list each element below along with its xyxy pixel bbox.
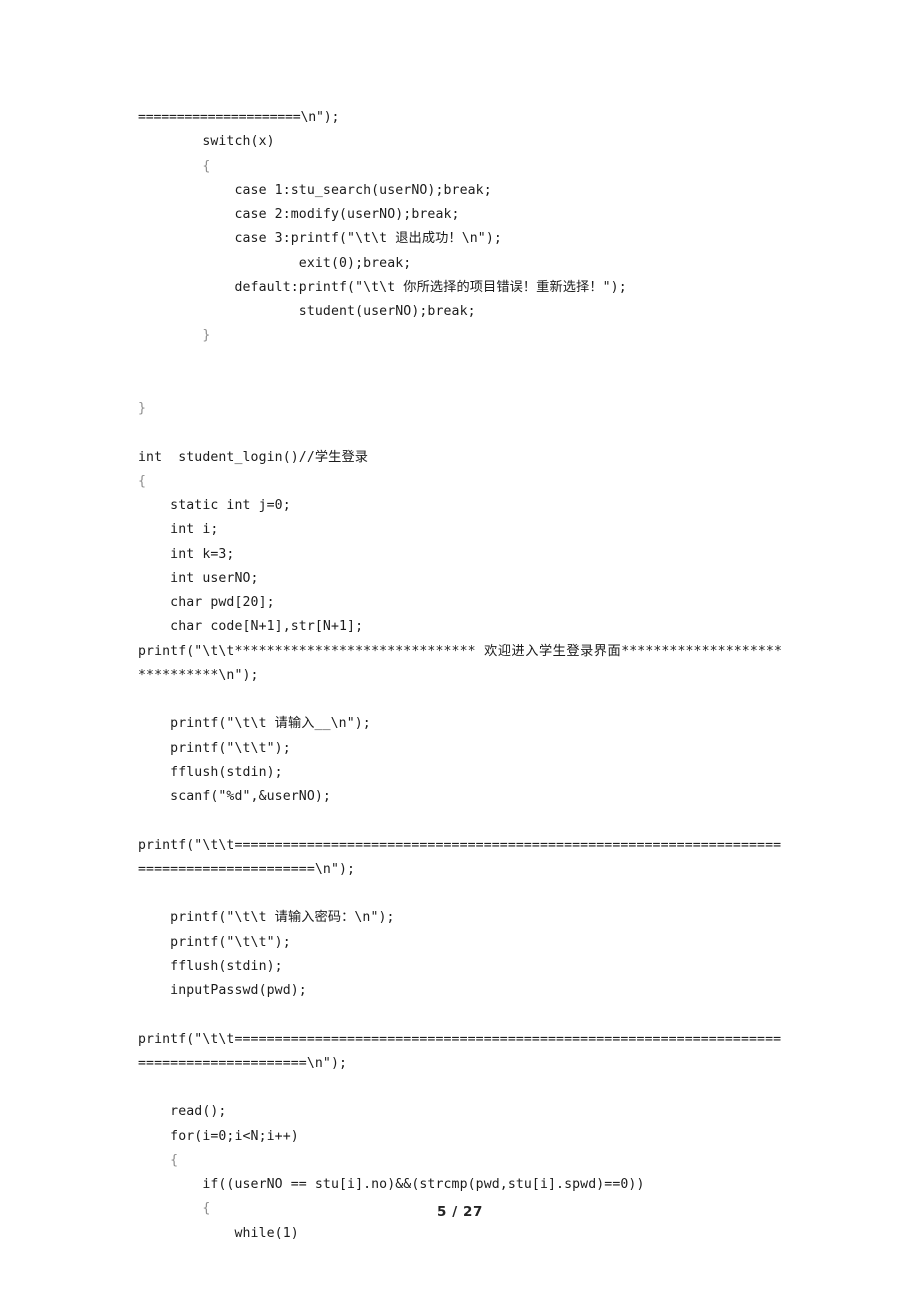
code-line: } bbox=[138, 401, 147, 416]
code-line: case 1:stu_search(userNO);break; bbox=[138, 182, 492, 198]
code-line: case 3:printf("\t\t 退出成功！\n"); bbox=[138, 231, 502, 247]
code-line: fflush(stdin); bbox=[138, 958, 283, 974]
code-line: exit(0);break; bbox=[138, 255, 412, 271]
code-line: { bbox=[138, 473, 147, 489]
code-line: printf("\t\t"); bbox=[138, 934, 291, 950]
code-line: switch(x) bbox=[138, 134, 275, 150]
code-line: } bbox=[138, 328, 211, 344]
code-line: int i; bbox=[138, 522, 219, 538]
code-line: student(userNO);break; bbox=[138, 304, 476, 319]
code-line: { bbox=[138, 1152, 179, 1168]
code-line: { bbox=[138, 158, 211, 174]
code-line: int k=3; bbox=[138, 546, 235, 562]
code-line: default:printf("\t\t 你所选择的项目错误！重新选择！"); bbox=[138, 279, 627, 295]
code-line: int student_login()//学生登录 bbox=[138, 449, 369, 465]
code-line: printf("\t\t 请输入密码：\n"); bbox=[138, 910, 395, 926]
code-line: printf("\t\t============================… bbox=[138, 1031, 782, 1071]
code-line: char code[N+1],str[N+1]; bbox=[138, 619, 364, 635]
code-line: =====================\n"); bbox=[138, 110, 340, 125]
code-line: inputPasswd(pwd); bbox=[138, 983, 307, 998]
page-number: 5 / 27 bbox=[436, 1204, 484, 1220]
code-line: printf("\t\t"); bbox=[138, 740, 291, 756]
code-line: int userNO; bbox=[138, 570, 259, 586]
code-block: =====================\n"); switch(x) { c… bbox=[138, 106, 782, 1246]
code-line: fflush(stdin); bbox=[138, 764, 283, 780]
code-line: for(i=0;i<N;i++) bbox=[138, 1128, 299, 1144]
code-line: printf("\t\t============================… bbox=[138, 837, 782, 877]
code-line: scanf("%d",&userNO); bbox=[138, 789, 331, 804]
code-line: read(); bbox=[138, 1104, 227, 1120]
code-line: while(1) bbox=[138, 1225, 299, 1241]
code-line: char pwd[20]; bbox=[138, 595, 275, 610]
code-line: printf("\t\t 请输入__\n"); bbox=[138, 716, 371, 732]
code-line: printf("\t\t****************************… bbox=[138, 643, 782, 683]
code-line: static int j=0; bbox=[138, 498, 291, 513]
code-line: case 2:modify(userNO);break; bbox=[138, 207, 460, 222]
code-line: if((userNO == stu[i].no)&&(strcmp(pwd,st… bbox=[138, 1177, 645, 1192]
document-page: =====================\n"); switch(x) { c… bbox=[0, 0, 920, 1302]
